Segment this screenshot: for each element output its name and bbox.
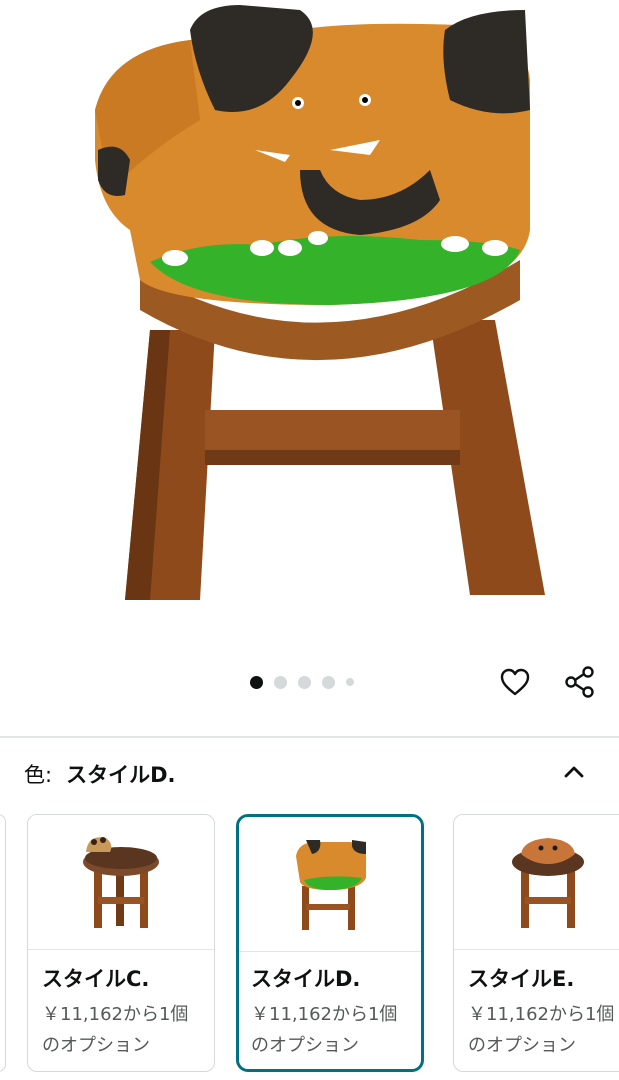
option-tile-partial[interactable] (0, 814, 6, 1072)
option-price: ￥11,162から1個 のオプション (251, 999, 421, 1061)
variation-selected-value: スタイルD. (66, 763, 176, 787)
heart-outline-icon (500, 668, 530, 696)
carousel-dot-2[interactable] (274, 675, 287, 689)
variation-header[interactable]: 色: スタイルD. (24, 752, 594, 796)
product-main-image[interactable] (0, 0, 619, 650)
option-tile-style-c[interactable]: スタイルC. ￥11,162から1個 のオプション (27, 814, 215, 1072)
option-tile-style-e[interactable]: スタイルE. ￥11,162から1個 のオプション (453, 814, 619, 1072)
option-name: スタイルE. (468, 967, 575, 991)
image-carousel-indicator (250, 672, 390, 692)
option-availability: のオプション (468, 1035, 576, 1056)
tile-divider (28, 949, 214, 950)
option-availability: のオプション (42, 1035, 150, 1056)
option-price: ￥11,162から1個 のオプション (42, 999, 212, 1061)
carousel-dot-1[interactable] (250, 675, 263, 689)
carousel-dot-5[interactable] (346, 678, 354, 686)
carousel-dot-4[interactable] (322, 675, 335, 689)
option-availability: のオプション (251, 1035, 359, 1056)
chevron-up-icon[interactable] (560, 758, 588, 786)
option-name: スタイルD. (251, 967, 361, 991)
share-icon (565, 666, 594, 698)
section-divider (0, 736, 619, 738)
tile-divider (239, 951, 421, 952)
option-price: ￥11,162から1個 のオプション (468, 999, 619, 1061)
giraffe-stool-thumbnail (28, 815, 214, 949)
carousel-dot-3[interactable] (298, 675, 311, 689)
tiger-stool-thumbnail (454, 815, 619, 949)
tile-divider (454, 949, 619, 950)
option-tile-style-d[interactable]: スタイルD. ￥11,162から1個 のオプション (236, 814, 424, 1072)
favorite-button[interactable] (495, 662, 535, 702)
option-price-line: ￥11,162から1個 (251, 1004, 398, 1025)
share-button[interactable] (560, 662, 600, 702)
elephant-stool-thumbnail (239, 817, 421, 951)
option-price-line: ￥11,162から1個 (42, 1004, 189, 1025)
variation-label: 色: (24, 763, 53, 787)
option-price-line: ￥11,162から1個 (468, 1004, 615, 1025)
option-name: スタイルC. (42, 967, 150, 991)
